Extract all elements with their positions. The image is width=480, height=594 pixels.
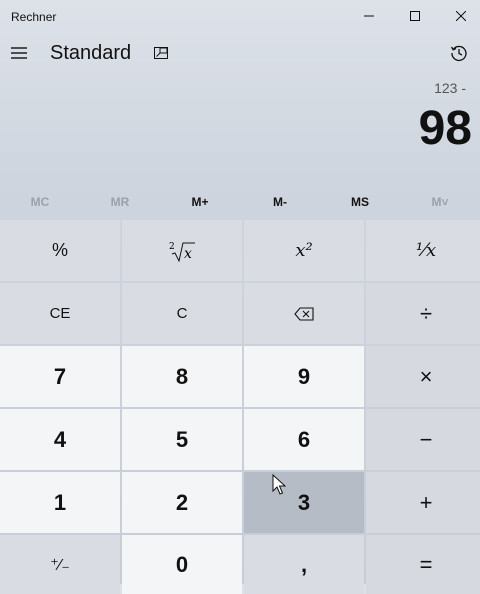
- svg-text:x: x: [184, 246, 192, 262]
- reciprocal-label: ¹⁄x: [415, 240, 437, 261]
- multiply-button[interactable]: ×: [366, 346, 480, 407]
- divide-button[interactable]: ÷: [366, 283, 480, 344]
- memory-list-button[interactable]: M˅: [400, 186, 480, 218]
- digit-2-button[interactable]: 2: [122, 472, 242, 533]
- history-button[interactable]: [446, 40, 472, 66]
- memory-recall-button[interactable]: MR: [80, 186, 160, 218]
- subtract-button[interactable]: −: [366, 409, 480, 470]
- digit-9-button[interactable]: 9: [244, 346, 364, 407]
- digit-8-button[interactable]: 8: [122, 346, 242, 407]
- svg-text:2: 2: [169, 242, 175, 252]
- navigation-menu-button[interactable]: [8, 40, 30, 66]
- percent-button[interactable]: %: [0, 220, 120, 281]
- keep-on-top-button[interactable]: [151, 43, 171, 63]
- memory-store-button[interactable]: MS: [320, 186, 400, 218]
- result-display: 98: [418, 102, 472, 155]
- digit-1-button[interactable]: 1: [0, 472, 120, 533]
- negate-button[interactable]: ⁺⁄₋: [0, 535, 120, 594]
- reciprocal-button[interactable]: ¹⁄x: [366, 220, 480, 281]
- clear-entry-button[interactable]: CE: [0, 283, 120, 344]
- digit-7-button[interactable]: 7: [0, 346, 120, 407]
- clear-button[interactable]: C: [122, 283, 242, 344]
- backspace-icon: [294, 306, 314, 321]
- memory-add-button[interactable]: M+: [160, 186, 240, 218]
- keypad: % 2 x x² ¹⁄x CE C ÷ 7 8 9 × 4 5 6 − 1 2 …: [0, 220, 480, 594]
- decimal-button[interactable]: ,: [244, 535, 364, 594]
- square-label: x²: [295, 240, 313, 261]
- close-button[interactable]: [438, 0, 480, 32]
- square-root-icon: 2 x: [169, 242, 195, 262]
- minimize-button[interactable]: [346, 0, 392, 32]
- add-button[interactable]: +: [366, 472, 480, 533]
- minimize-icon: [364, 15, 374, 17]
- keep-on-top-icon: [154, 47, 168, 59]
- backspace-button[interactable]: [244, 283, 364, 344]
- square-root-button[interactable]: 2 x: [122, 220, 242, 281]
- app-header: Standard: [0, 32, 480, 76]
- close-icon: [456, 11, 466, 21]
- expression-display: 123 -: [434, 80, 466, 96]
- title-bar: Rechner: [0, 0, 480, 32]
- digit-0-button[interactable]: 0: [122, 535, 242, 594]
- history-icon: [450, 45, 467, 62]
- mode-title: Standard: [50, 42, 132, 64]
- digit-5-button[interactable]: 5: [122, 409, 242, 470]
- memory-clear-button[interactable]: MC: [0, 186, 80, 218]
- equals-button[interactable]: =: [366, 535, 480, 594]
- hamburger-icon: [11, 47, 27, 59]
- digit-6-button[interactable]: 6: [244, 409, 364, 470]
- memory-row: MC MR M+ M- MS M˅: [0, 186, 480, 218]
- maximize-icon: [410, 11, 420, 21]
- digit-3-button[interactable]: 3: [244, 472, 364, 533]
- app-title: Rechner: [11, 10, 57, 24]
- mouse-pointer-icon: [272, 474, 286, 495]
- memory-subtract-button[interactable]: M-: [240, 186, 320, 218]
- square-button[interactable]: x²: [244, 220, 364, 281]
- maximize-button[interactable]: [392, 0, 438, 32]
- digit-4-button[interactable]: 4: [0, 409, 120, 470]
